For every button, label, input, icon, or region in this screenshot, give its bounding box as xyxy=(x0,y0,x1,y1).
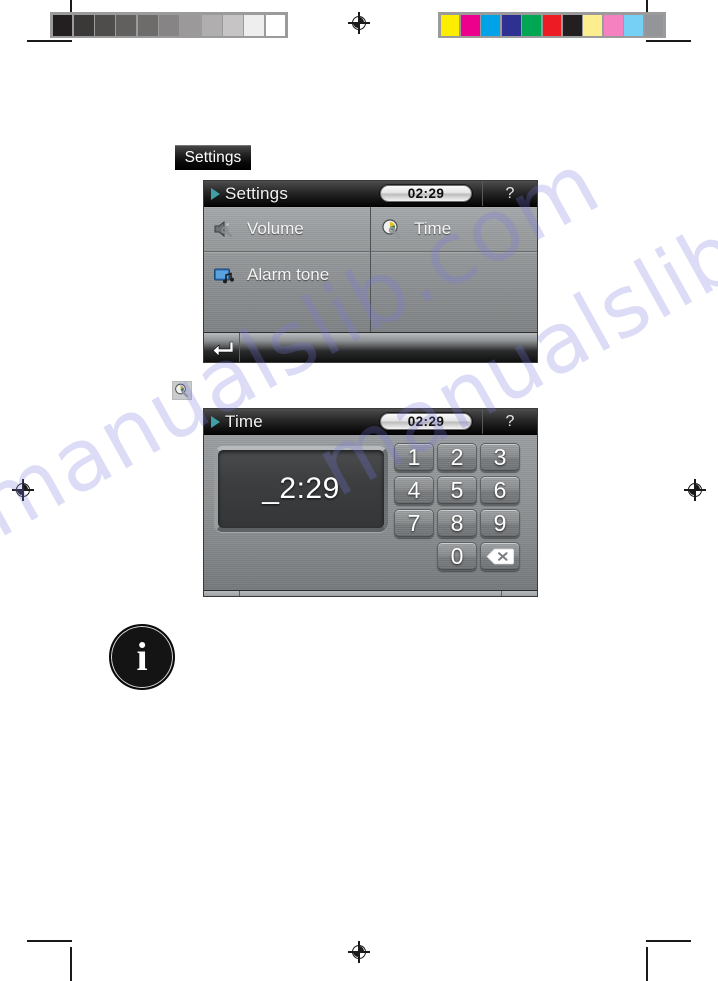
calibration-swatch xyxy=(562,14,582,36)
keypad-key-1[interactable]: 1 xyxy=(394,443,434,472)
registration-target-left xyxy=(12,479,34,501)
calibration-swatch xyxy=(603,14,623,36)
settings-bottombar-filler xyxy=(240,333,537,362)
registration-target-top xyxy=(348,12,370,34)
sidebar-item-alarm-tone-label: Alarm tone xyxy=(247,264,330,284)
calibration-swatch xyxy=(201,14,222,36)
speaker-wrench-icon xyxy=(213,218,237,240)
clock-wrench-icon xyxy=(380,218,404,240)
grayscale-calibration-strip xyxy=(50,12,288,38)
settings-titlebar: Settings 02:29 ? xyxy=(204,181,537,207)
information-badge-glyph: i xyxy=(136,634,148,679)
settings-bottombar xyxy=(204,332,537,362)
calibration-swatch xyxy=(95,14,115,36)
sidebar-item-time-label: Time xyxy=(414,219,452,238)
registration-target-bottom xyxy=(348,941,370,963)
calibration-swatch xyxy=(73,14,94,36)
calibration-swatch xyxy=(583,14,603,36)
settings-menu-column-left: Volume Alarm tone xyxy=(204,207,371,332)
time-bottombar-filler xyxy=(240,591,501,596)
time-help-button[interactable]: ? xyxy=(482,409,537,434)
information-badge: i xyxy=(109,624,175,690)
caption-settings-label: Settings xyxy=(184,148,242,166)
calibration-swatch xyxy=(244,14,265,36)
registration-target-right xyxy=(684,479,706,501)
settings-clock-pill: 02:29 xyxy=(380,185,472,202)
time-screen: Time 02:29 ? _2:29 123 456 7890 xyxy=(203,408,538,597)
back-enter-arrow-icon xyxy=(212,341,233,357)
time-body: _2:29 123 456 7890 xyxy=(204,435,537,590)
sidebar-item-time[interactable]: Time xyxy=(371,207,537,252)
crop-mark-tl-h xyxy=(27,40,72,42)
time-confirm-button[interactable] xyxy=(501,591,537,598)
time-titlebar: Time 02:29 ? xyxy=(204,409,537,435)
keypad-empty-slot xyxy=(394,542,434,571)
calibration-swatch xyxy=(481,14,501,36)
keypad-key-9[interactable]: 9 xyxy=(480,509,520,538)
color-calibration-strip xyxy=(438,12,666,38)
calibration-swatch xyxy=(137,14,158,36)
sidebar-item-volume-label: Volume xyxy=(247,219,304,238)
crop-mark-bl-v xyxy=(70,947,72,981)
settings-menu-column-right: Time xyxy=(371,207,537,332)
crop-mark-br-h xyxy=(646,940,691,942)
calibration-swatch xyxy=(522,14,542,36)
time-back-button[interactable] xyxy=(204,591,240,596)
backspace-icon xyxy=(486,548,514,565)
crop-mark-bl-h xyxy=(27,940,72,942)
time-bottombar xyxy=(204,590,537,598)
title-marker-triangle-icon xyxy=(211,415,220,428)
settings-menu-empty-slot xyxy=(371,252,537,297)
calibration-swatch xyxy=(501,14,521,36)
calibration-swatch xyxy=(223,14,243,36)
calibration-swatch xyxy=(116,14,137,36)
time-clock-pill: 02:29 xyxy=(380,413,472,430)
keypad-key-0[interactable]: 0 xyxy=(437,542,477,571)
settings-screen: Settings 02:29 ? Volume Alarm tone Time xyxy=(203,180,538,363)
step-marker-clock-wrench-icon xyxy=(172,381,192,400)
keypad-backspace-button[interactable] xyxy=(480,542,520,571)
alarm-tone-icon xyxy=(213,264,237,286)
calibration-swatch xyxy=(542,14,562,36)
keypad-key-7[interactable]: 7 xyxy=(394,509,434,538)
settings-title: Settings xyxy=(225,183,289,203)
keypad-key-5[interactable]: 5 xyxy=(437,476,477,505)
calibration-swatch xyxy=(265,14,286,36)
settings-menu-body: Volume Alarm tone Time xyxy=(204,207,537,332)
calibration-swatch xyxy=(624,14,644,36)
caption-settings-chip: Settings xyxy=(175,145,251,170)
calibration-swatch xyxy=(180,14,201,36)
time-value-text: _2:29 xyxy=(262,472,340,505)
crop-mark-br-v xyxy=(646,947,648,981)
sidebar-item-alarm-tone[interactable]: Alarm tone xyxy=(204,252,370,297)
keypad-key-2[interactable]: 2 xyxy=(437,443,477,472)
keypad-key-8[interactable]: 8 xyxy=(437,509,477,538)
keypad-key-4[interactable]: 4 xyxy=(394,476,434,505)
calibration-swatch xyxy=(440,14,460,36)
calibration-swatch xyxy=(644,14,664,36)
time-title: Time xyxy=(225,411,263,431)
sidebar-item-volume[interactable]: Volume xyxy=(204,207,370,252)
calibration-swatch xyxy=(460,14,480,36)
numeric-keypad: 123 456 7890 xyxy=(394,443,524,571)
calibration-swatch xyxy=(52,14,73,36)
settings-help-button[interactable]: ? xyxy=(482,181,537,206)
settings-back-button[interactable] xyxy=(204,333,240,362)
calibration-swatch xyxy=(159,14,179,36)
keypad-key-6[interactable]: 6 xyxy=(480,476,520,505)
green-checkmark-icon xyxy=(508,597,532,598)
title-marker-triangle-icon xyxy=(211,187,220,200)
time-value-display[interactable]: _2:29 xyxy=(214,446,388,532)
keypad-key-3[interactable]: 3 xyxy=(480,443,520,472)
crop-mark-tr-h xyxy=(646,40,691,42)
